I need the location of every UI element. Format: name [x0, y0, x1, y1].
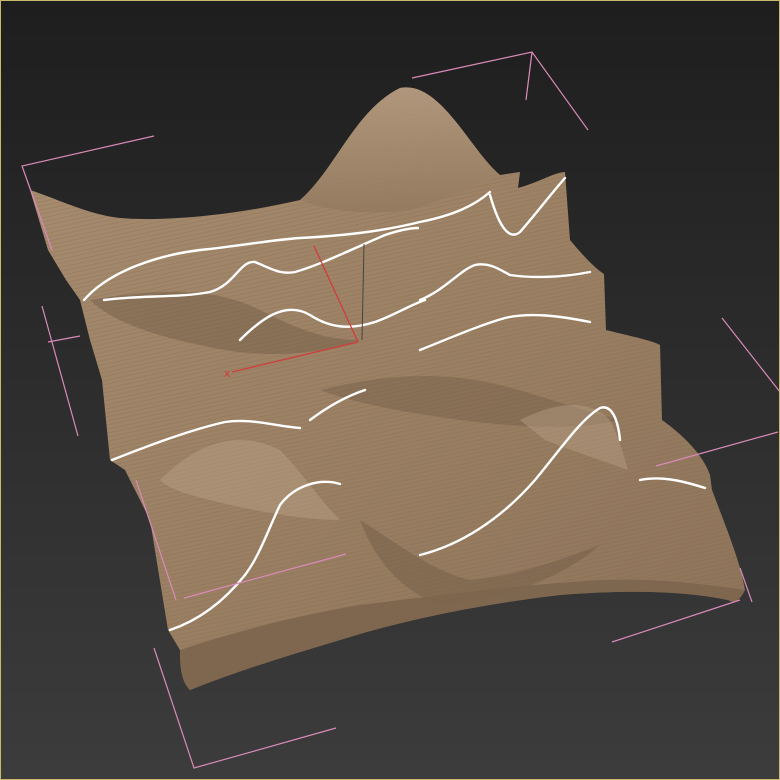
gizmo-x-label: x — [224, 367, 231, 380]
viewport-canvas[interactable]: x — [0, 0, 780, 780]
3d-viewport[interactable]: x — [0, 0, 780, 780]
